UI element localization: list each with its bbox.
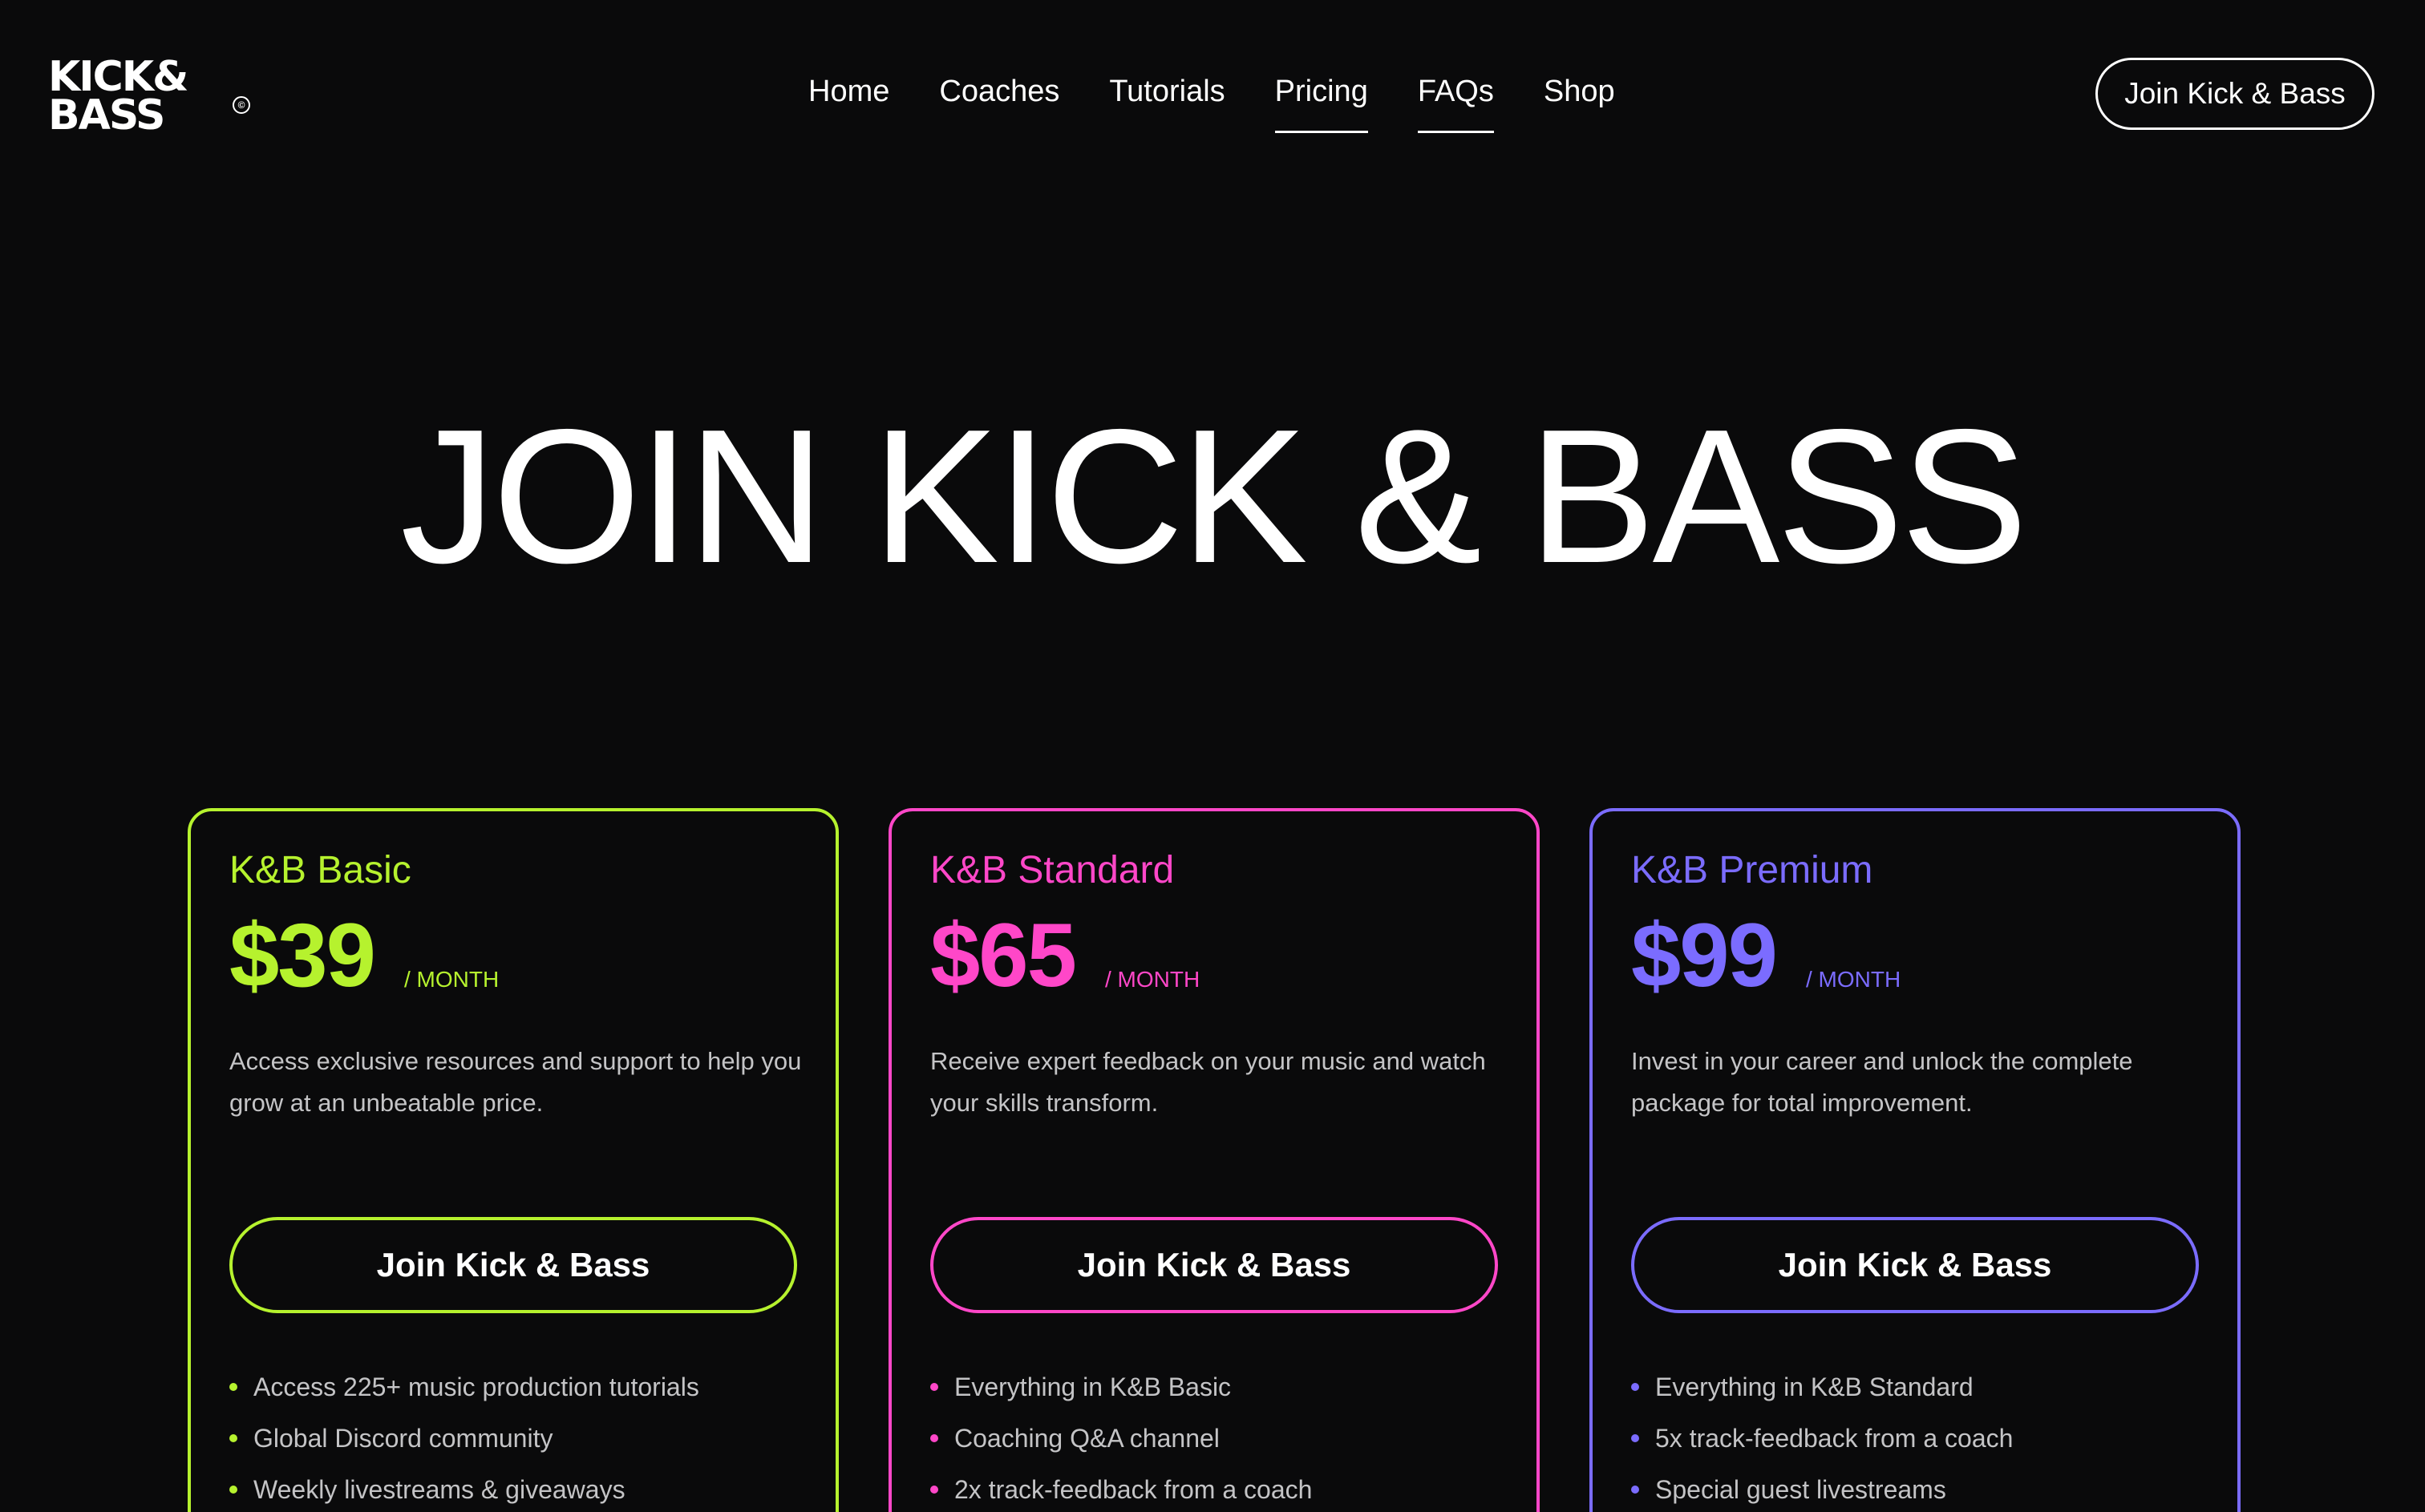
nav-item-coaches[interactable]: Coaches [939, 69, 1059, 125]
logo-line-2: BASS [48, 91, 165, 139]
feature-item: Access 225+ music production tutorials [229, 1361, 699, 1413]
feature-text: 2x track-feedback from a coach [954, 1475, 1313, 1504]
feature-item: Everything in K&B Standard [1631, 1361, 2013, 1413]
bullet-icon [1631, 1383, 1639, 1391]
header-join-button[interactable]: Join Kick & Bass [2095, 58, 2374, 130]
feature-item: Global Discord community [229, 1413, 699, 1464]
nav-item-pricing[interactable]: Pricing [1274, 69, 1368, 133]
plan-name: K&B Standard [930, 849, 1175, 891]
feature-item: Special guest livestreams [1631, 1464, 2013, 1512]
plan-period: / MONTH [1105, 967, 1200, 992]
plan-card-standard: K&B Standard $65 / MONTH Receive expert … [889, 808, 1540, 1512]
feature-item: 5x track-feedback from a coach [1631, 1413, 2013, 1464]
brand-logo[interactable]: KICK& BASS © [48, 55, 265, 139]
feature-item: Everything in K&B Basic [930, 1361, 1312, 1413]
nav-item-faqs[interactable]: FAQs [1417, 69, 1494, 133]
feature-item: Weekly livestreams & giveaways [229, 1464, 699, 1512]
feature-text: Coaching Q&A channel [954, 1424, 1220, 1453]
feature-text: Everything in K&B Basic [954, 1373, 1232, 1401]
plan-name: K&B Basic [229, 849, 411, 891]
nav-item-tutorials[interactable]: Tutorials [1109, 69, 1225, 125]
plan-name: K&B Premium [1631, 849, 1873, 891]
plan-join-button-standard[interactable]: Join Kick & Bass [930, 1217, 1498, 1313]
bullet-icon [229, 1383, 237, 1391]
feature-text: Weekly livestreams & giveaways [253, 1475, 625, 1504]
feature-item: 2x track-feedback from a coach [930, 1464, 1312, 1512]
bullet-icon [930, 1383, 938, 1391]
plan-description: Invest in your career and unlock the com… [1631, 1047, 2133, 1117]
plan-features: Access 225+ music production tutorials G… [229, 1361, 699, 1512]
plan-features: Everything in K&B Standard 5x track-feed… [1631, 1361, 2013, 1512]
bullet-icon [1631, 1486, 1639, 1494]
nav-item-shop[interactable]: Shop [1544, 69, 1615, 125]
bullet-icon [229, 1486, 237, 1494]
plan-features: Everything in K&B Basic Coaching Q&A cha… [930, 1361, 1312, 1512]
bullet-icon [229, 1434, 237, 1442]
plan-description: Access exclusive resources and support t… [229, 1047, 802, 1117]
plan-price: $65 [930, 905, 1077, 1005]
plan-price: $39 [229, 905, 376, 1005]
feature-text: 5x track-feedback from a coach [1655, 1424, 2014, 1453]
bullet-icon [930, 1434, 938, 1442]
nav-item-home[interactable]: Home [808, 69, 889, 125]
page: KICK& BASS © Home Coaches Tutorials Pric… [0, 0, 2425, 1512]
plan-join-button-basic[interactable]: Join Kick & Bass [229, 1217, 797, 1313]
feature-item: Coaching Q&A channel [930, 1413, 1312, 1464]
hero-title: JOIN KICK & BASS [400, 390, 2028, 603]
bullet-icon [930, 1486, 938, 1494]
feature-text: Access 225+ music production tutorials [253, 1373, 699, 1401]
copyright-mark-icon: © [233, 96, 250, 114]
plan-join-button-premium[interactable]: Join Kick & Bass [1631, 1217, 2199, 1313]
feature-text: Global Discord community [253, 1424, 553, 1453]
plan-price: $99 [1631, 905, 1778, 1005]
main-nav: Home Coaches Tutorials Pricing FAQs Shop [808, 69, 1665, 133]
plan-card-premium: K&B Premium $99 / MONTH Invest in your c… [1589, 808, 2241, 1512]
feature-text: Special guest livestreams [1655, 1475, 1946, 1504]
feature-text: Everything in K&B Standard [1655, 1373, 1974, 1401]
plan-card-basic: K&B Basic $39 / MONTH Access exclusive r… [188, 808, 839, 1512]
bullet-icon [1631, 1434, 1639, 1442]
plan-period: / MONTH [404, 967, 500, 992]
plan-period: / MONTH [1806, 967, 1901, 992]
plan-description: Receive expert feedback on your music an… [930, 1047, 1486, 1117]
